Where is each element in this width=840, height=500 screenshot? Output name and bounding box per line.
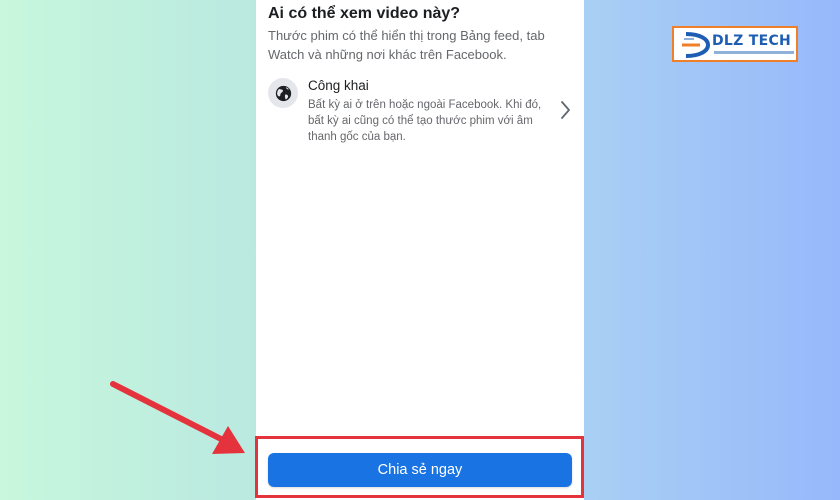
logo-tagline-bar [714, 51, 794, 54]
audience-option-public[interactable]: Công khai Bất kỳ ai ở trên hoặc ngoài Fa… [268, 76, 574, 146]
pointer-arrow-icon [110, 381, 245, 454]
chevron-right-icon[interactable] [558, 98, 574, 122]
brand-watermark: DLZ TECH [672, 26, 798, 62]
logo-text: DLZ TECH [712, 33, 792, 49]
audience-question: Ai có thể xem video này? [268, 5, 461, 22]
share-reel-screen: Ai có thể xem video này? Thước phim có t… [256, 0, 584, 500]
background-right [584, 0, 840, 500]
share-now-button[interactable]: Chia sẻ ngay [268, 453, 572, 487]
option-description: Bất kỳ ai ở trên hoặc ngoài Facebook. Kh… [308, 99, 542, 143]
option-title: Công khai [308, 78, 369, 93]
globe-icon [268, 78, 298, 108]
logo-mark-icon [682, 32, 711, 58]
audience-description: Thước phim có thể hiển thị trong Bảng fe… [268, 28, 545, 62]
